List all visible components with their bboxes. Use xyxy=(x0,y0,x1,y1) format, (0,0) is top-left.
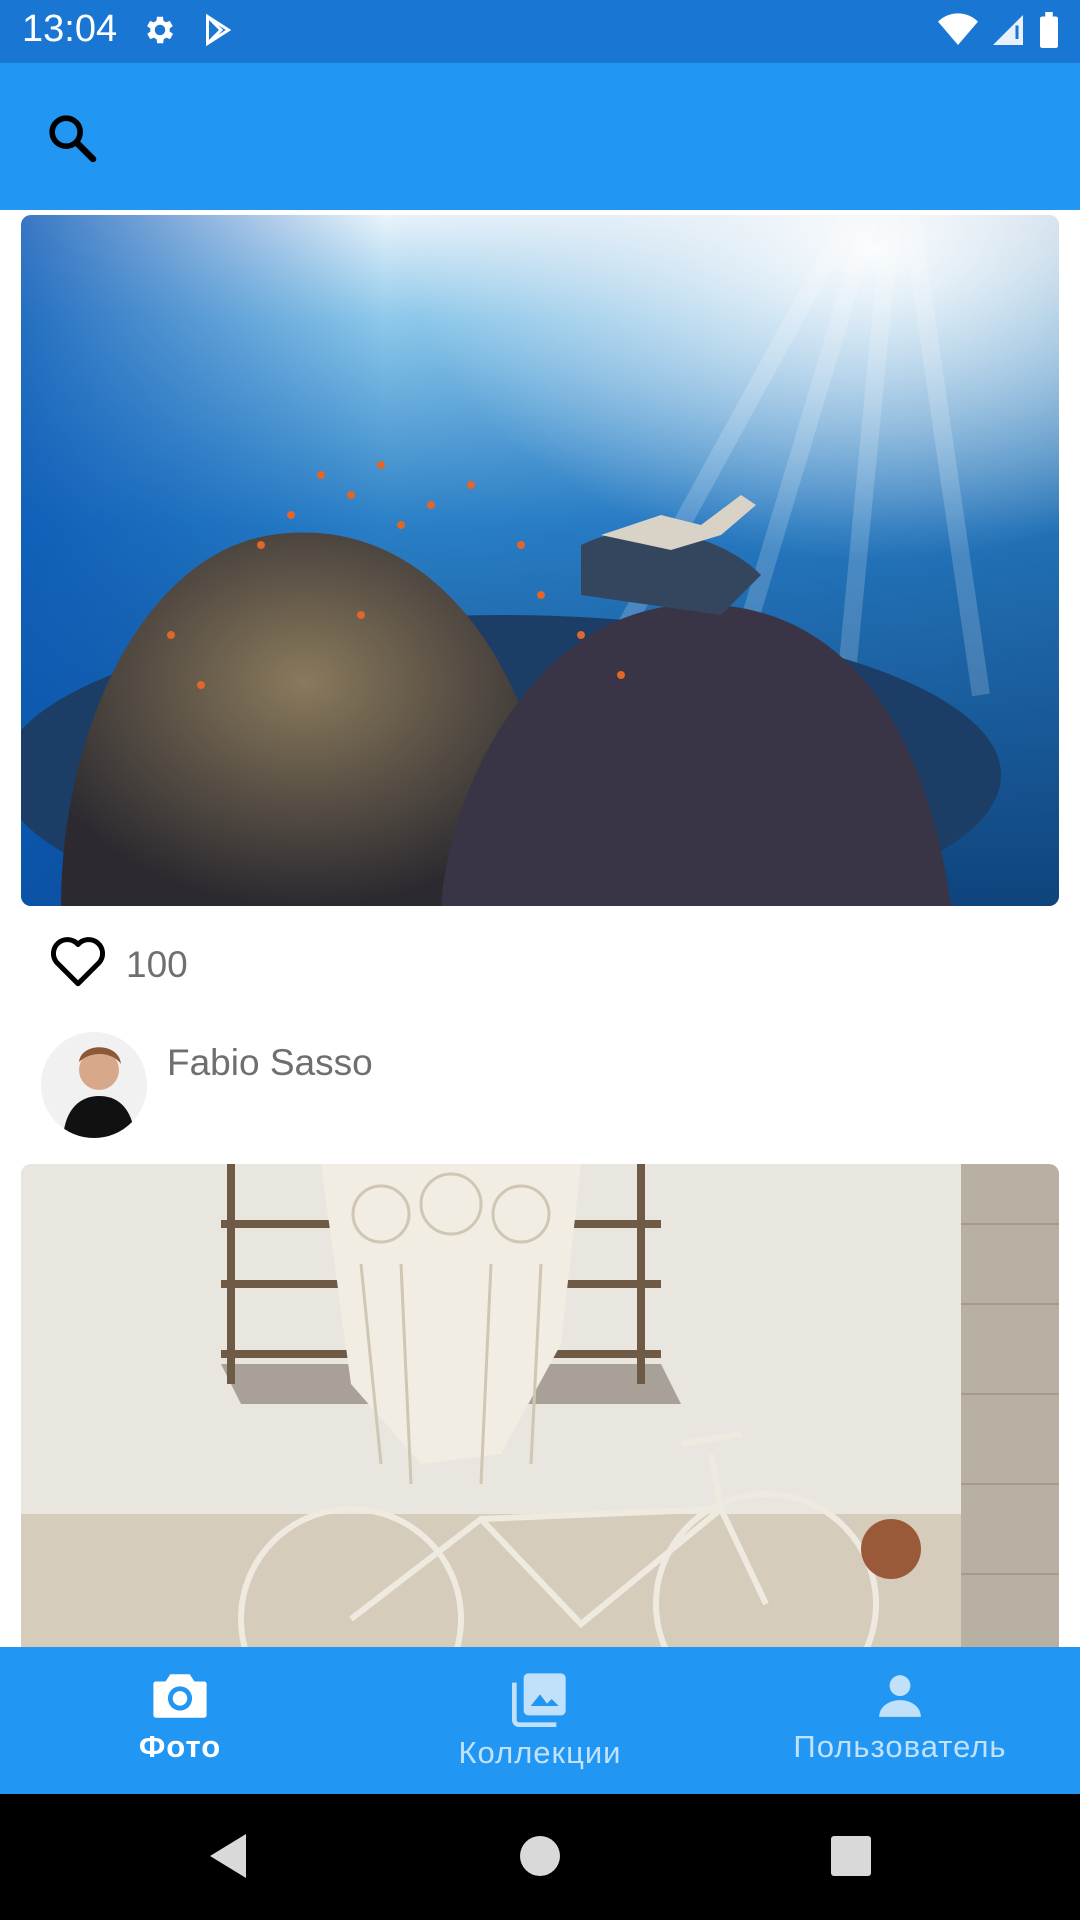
heart-icon[interactable] xyxy=(48,932,108,988)
nav-item-collections[interactable]: Коллекции xyxy=(360,1647,720,1794)
person-icon xyxy=(879,1675,921,1717)
bottom-nav: Фото Коллекции Пользователь xyxy=(0,1647,1080,1794)
nav-item-photos[interactable]: Фото xyxy=(0,1647,360,1794)
nav-item-user[interactable]: Пользователь xyxy=(720,1647,1080,1794)
play-store-icon xyxy=(206,13,232,47)
search-icon xyxy=(49,115,97,163)
camera-icon xyxy=(153,1674,207,1718)
home-icon[interactable] xyxy=(520,1830,560,1882)
photo-feed[interactable]: 100 Fabio Sasso xyxy=(0,210,1080,1647)
battery-icon xyxy=(1040,12,1058,48)
status-bar: 13:04 xyxy=(0,0,1080,63)
status-time: 13:04 xyxy=(22,8,118,50)
wifi-icon xyxy=(938,13,978,45)
search-button[interactable] xyxy=(44,110,100,166)
nav-label-photos: Фото xyxy=(138,1729,222,1764)
gear-icon xyxy=(147,16,174,44)
avatar[interactable] xyxy=(41,1032,147,1138)
photo-card-image[interactable] xyxy=(21,1164,1059,1647)
signal-icon xyxy=(993,15,1023,45)
recents-icon[interactable] xyxy=(830,1830,872,1882)
system-nav-bar xyxy=(0,1794,1080,1920)
nav-label-user: Пользователь xyxy=(793,1729,1007,1764)
like-count: 100 xyxy=(126,944,188,985)
back-icon[interactable] xyxy=(206,1830,250,1882)
nav-label-collections: Коллекции xyxy=(458,1735,622,1770)
bicycle-photo xyxy=(21,1164,1059,1647)
collections-icon xyxy=(512,1673,566,1727)
author-row[interactable]: Fabio Sasso xyxy=(41,1032,373,1138)
author-name[interactable]: Fabio Sasso xyxy=(167,1042,373,1084)
author-avatar-photo xyxy=(41,1032,147,1138)
app-bar xyxy=(0,63,1080,210)
underwater-reef-photo xyxy=(21,215,1059,906)
photo-card-image[interactable] xyxy=(21,215,1059,906)
